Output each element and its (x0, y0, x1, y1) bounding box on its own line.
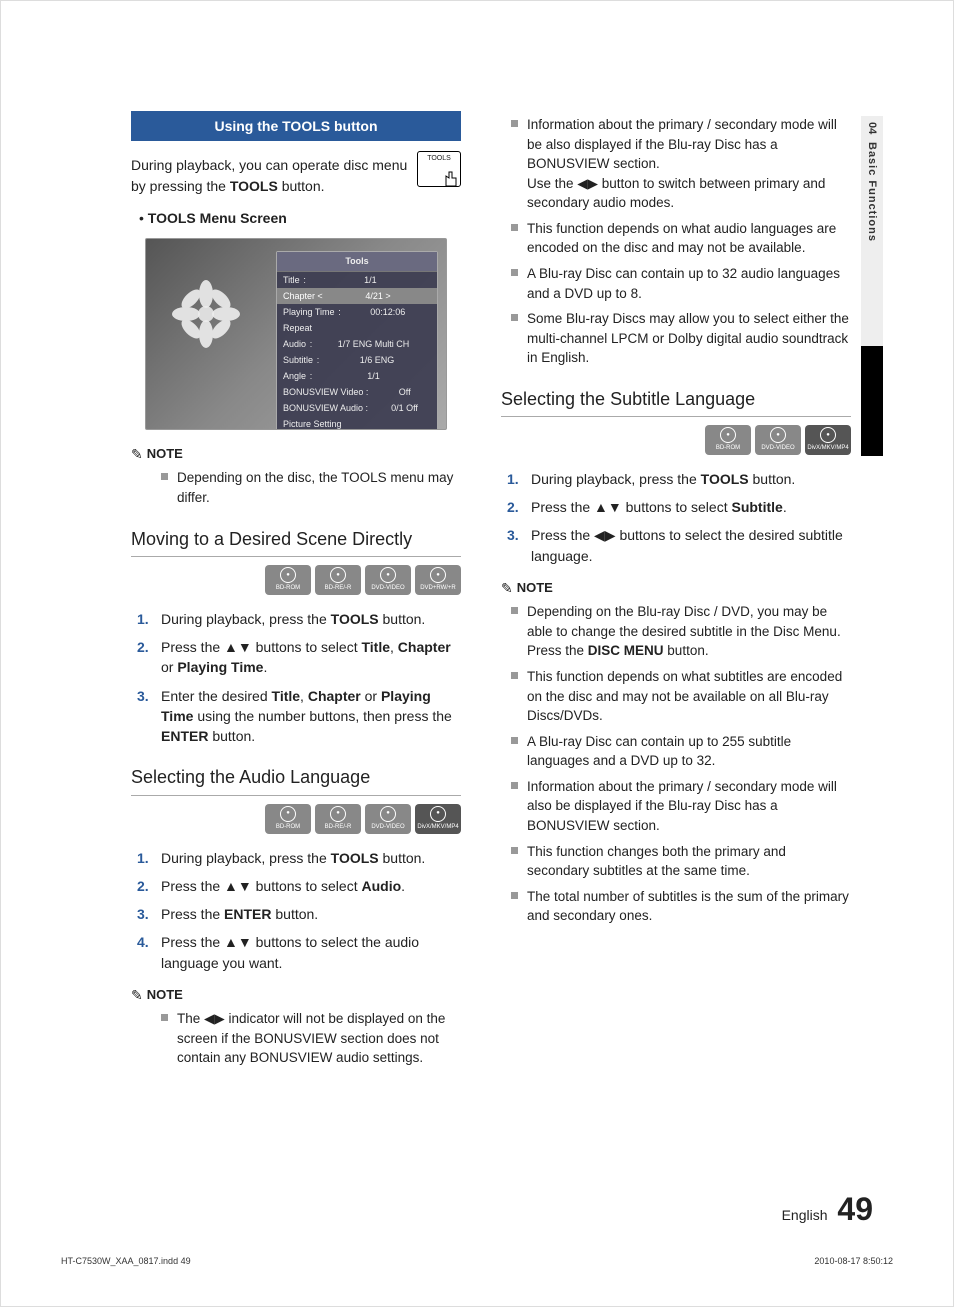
step-item: During playback, press the TOOLS button. (501, 469, 851, 489)
note-item: This function depends on what audio lang… (511, 219, 851, 258)
left-column: Using the TOOLS button TOOLS During play… (131, 111, 461, 1078)
print-timestamp: 2010-08-17 8:50:12 (814, 1256, 893, 1266)
tools-osd-row: Subtitle:1/6 ENG (277, 352, 437, 368)
step-item: Enter the desired Title, Chapter or Play… (131, 686, 461, 747)
section-move-scene: Moving to a Desired Scene Directly (131, 526, 461, 557)
note-list-audio: The ◀▶ indicator will not be displayed o… (161, 1009, 461, 1068)
note-list-audio-cont: Information about the primary / secondar… (511, 115, 851, 368)
note-item: Information about the primary / secondar… (511, 777, 851, 836)
tools-button-graphic: TOOLS (417, 151, 461, 187)
pencil-icon: ✎ (131, 985, 143, 1005)
note-item: Depending on the disc, the TOOLS menu ma… (161, 468, 461, 507)
manual-page: 04 Basic Functions Using the TOOLS butto… (0, 0, 954, 1307)
disc-type-icon: ●DivX/MKV/MP4 (415, 804, 461, 834)
section-header-tools: Using the TOOLS button (131, 111, 461, 141)
pencil-icon: ✎ (501, 578, 513, 598)
section-audio-lang: Selecting the Audio Language (131, 764, 461, 795)
note-item: A Blu-ray Disc can contain up to 32 audi… (511, 264, 851, 303)
steps-audio: During playback, press the TOOLS button.… (131, 848, 461, 973)
disc-type-icon: ●BD-ROM (265, 804, 311, 834)
step-item: Press the ▲▼ buttons to select Audio. (131, 876, 461, 896)
tools-menu-screen-label: TOOLS Menu Screen (139, 208, 461, 228)
pencil-icon: ✎ (131, 444, 143, 464)
note-item: Some Blu-ray Discs may allow you to sele… (511, 309, 851, 368)
chapter-marker (861, 346, 883, 456)
note-label: NOTE (517, 579, 553, 598)
disc-type-icon: ●BD-ROM (265, 565, 311, 595)
note-label: NOTE (147, 445, 183, 464)
step-item: Press the ▲▼ buttons to select Subtitle. (501, 497, 851, 517)
hand-icon (442, 168, 466, 192)
note-item: A Blu-ray Disc can contain up to 255 sub… (511, 732, 851, 771)
step-item: Press the ▲▼ buttons to select the audio… (131, 932, 461, 973)
note-item: Information about the primary / secondar… (511, 115, 851, 213)
note-heading: ✎ NOTE (501, 578, 851, 598)
disc-type-icon: ●DVD-VIDEO (365, 804, 411, 834)
right-column: Information about the primary / secondar… (501, 111, 851, 1078)
note-list-subtitle: Depending on the Blu-ray Disc / DVD, you… (511, 602, 851, 925)
chapter-title: Basic Functions (866, 142, 878, 242)
tools-osd-title: Tools (277, 252, 437, 272)
note-item: This function changes both the primary a… (511, 842, 851, 881)
disc-icons-subtitle: ●BD-ROM●DVD-VIDEO●DivX/MKV/MP4 (501, 425, 851, 455)
page-number: 49 (837, 1191, 873, 1227)
page-footer: English 49 (782, 1191, 873, 1228)
note-item: The ◀▶ indicator will not be displayed o… (161, 1009, 461, 1068)
disc-type-icon: ●BD-RE/-R (315, 804, 361, 834)
note-list-1: Depending on the disc, the TOOLS menu ma… (161, 468, 461, 507)
step-item: Press the ▲▼ buttons to select Title, Ch… (131, 637, 461, 678)
step-item: Press the ENTER button. (131, 904, 461, 924)
disc-type-icon: ●BD-RE/-R (315, 565, 361, 595)
disc-type-icon: ●DVD-VIDEO (365, 565, 411, 595)
flower-graphic (171, 279, 241, 349)
chapter-tab: 04 Basic Functions (861, 116, 883, 346)
tools-osd-row: BONUSVIEW Video :Off (277, 385, 437, 401)
tools-osd-row: Title:1/1 (277, 272, 437, 288)
note-heading: ✎ NOTE (131, 985, 461, 1005)
tools-icon-label: TOOLS (427, 155, 451, 162)
print-meta: HT-C7530W_XAA_0817.indd 49 2010-08-17 8:… (61, 1256, 893, 1266)
steps-move: During playback, press the TOOLS button.… (131, 609, 461, 747)
disc-icons-move: ●BD-ROM●BD-RE/-R●DVD-VIDEO●DVD+RW/+R (131, 565, 461, 595)
disc-type-icon: ●DivX/MKV/MP4 (805, 425, 851, 455)
disc-icons-audio: ●BD-ROM●BD-RE/-R●DVD-VIDEO●DivX/MKV/MP4 (131, 804, 461, 834)
tools-osd-row: BONUSVIEW Audio :0/1 Off (277, 401, 437, 417)
tools-osd-row: Picture Setting (277, 417, 437, 431)
chapter-number: 04 (866, 122, 878, 134)
print-file: HT-C7530W_XAA_0817.indd 49 (61, 1256, 191, 1266)
steps-subtitle: During playback, press the TOOLS button.… (501, 469, 851, 566)
step-item: During playback, press the TOOLS button. (131, 848, 461, 868)
tools-osd-panel: Tools Title:1/1Chapter<4/21 >Playing Tim… (276, 251, 438, 430)
step-item: Press the ◀▶ buttons to select the desir… (501, 525, 851, 566)
tools-menu-screenshot: Tools Title:1/1Chapter<4/21 >Playing Tim… (145, 238, 447, 430)
footer-lang: English (782, 1207, 828, 1223)
disc-type-icon: ●DVD-VIDEO (755, 425, 801, 455)
note-item: Depending on the Blu-ray Disc / DVD, you… (511, 602, 851, 661)
disc-type-icon: ●DVD+RW/+R (415, 565, 461, 595)
note-label: NOTE (147, 986, 183, 1005)
note-heading: ✎ NOTE (131, 444, 461, 464)
tools-osd-row: Audio:1/7 ENG Multi CH (277, 336, 437, 352)
note-item: The total number of subtitles is the sum… (511, 887, 851, 926)
note-item: This function depends on what subtitles … (511, 667, 851, 726)
tools-osd-row: Angle:1/1 (277, 369, 437, 385)
intro-text: During playback, you can operate disc me… (131, 155, 461, 196)
tools-osd-row: Playing Time:00:12:06 (277, 304, 437, 320)
section-subtitle-lang: Selecting the Subtitle Language (501, 386, 851, 417)
tools-osd-row: Repeat (277, 320, 437, 336)
disc-type-icon: ●BD-ROM (705, 425, 751, 455)
tools-osd-row: Chapter<4/21 > (277, 288, 437, 304)
step-item: During playback, press the TOOLS button. (131, 609, 461, 629)
